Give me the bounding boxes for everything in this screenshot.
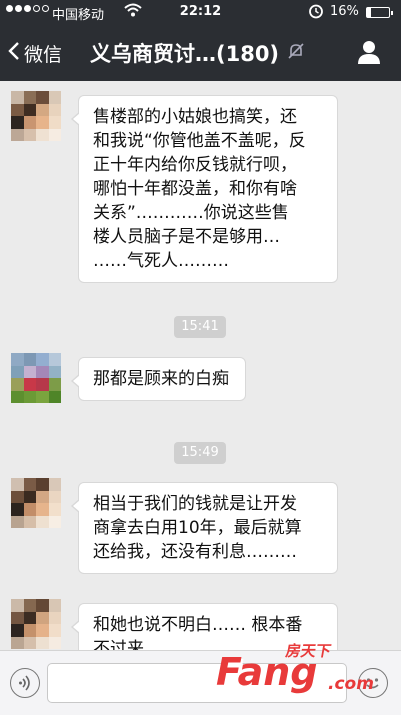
message-bubble[interactable]: 相当于我们的钱就是让开发 商拿去白用10年，最后就算 还给我，还没有利息……… (71, 482, 338, 574)
message-line: 正十年内给你反钱就行呗， (93, 155, 297, 175)
message-line: 哪怕十年都没盖，和你有啥 (93, 179, 297, 199)
group-info-button[interactable] (355, 39, 383, 65)
message-line: 售楼部的小姑娘也搞笑，还 (93, 107, 297, 127)
chat-title: 义乌商贸讨…(180) (90, 42, 280, 66)
message-line: 那都是顾来的白痴 (93, 369, 229, 389)
message-line: 和她也说不明白…… 根本番 (93, 615, 303, 635)
status-bar: 中国移动 22:12 16% (0, 0, 401, 24)
battery-icon (366, 7, 393, 18)
message-line: 不过来 (93, 639, 144, 650)
avatar[interactable] (11, 599, 61, 649)
input-bar (0, 650, 401, 715)
message-line: 楼人员脑子是不是够用… (93, 227, 280, 247)
chevron-left-icon (8, 41, 20, 67)
battery-percent: 16% (330, 4, 359, 19)
back-button[interactable]: 微信 (8, 40, 62, 67)
alarm-icon (308, 3, 324, 23)
nav-bar: 微信 义乌商贸讨…(180) (0, 24, 401, 81)
voice-icon (19, 675, 30, 691)
message-line: ……气死人……… (93, 251, 229, 271)
timestamp: 15:41 (174, 316, 226, 338)
message-line: 和我说“你管他盖不盖呢，反 (93, 131, 306, 151)
avatar[interactable] (11, 353, 61, 403)
mute-bell-icon (286, 41, 306, 66)
message-bubble[interactable]: 和她也说不明白…… 根本番 不过来 (71, 603, 338, 650)
timestamp: 15:49 (174, 442, 226, 464)
message-line: 关系”…………你说这些售 (93, 203, 289, 223)
emoji-icon (366, 678, 379, 689)
message-bubble[interactable]: 售楼部的小姑娘也搞笑，还 和我说“你管他盖不盖呢，反 正十年内给你反钱就行呗， … (71, 95, 338, 283)
avatar[interactable] (11, 91, 61, 141)
back-label: 微信 (24, 44, 63, 66)
message-line: 还给我，还没有利息……… (93, 542, 297, 562)
emoji-button[interactable] (358, 668, 388, 698)
message-bubble[interactable]: 那都是顾来的白痴 (71, 357, 246, 401)
avatar[interactable] (11, 478, 61, 528)
battery-fill (367, 8, 371, 17)
message-line: 相当于我们的钱就是让开发 (93, 494, 297, 514)
people-icon (358, 41, 380, 64)
message-line: 商拿去白用10年，最后就算 (93, 518, 302, 538)
chat-area[interactable]: 售楼部的小姑娘也搞笑，还 和我说“你管他盖不盖呢，反 正十年内给你反钱就行呗， … (0, 81, 401, 650)
voice-input-button[interactable] (10, 668, 40, 698)
message-input[interactable] (47, 663, 347, 703)
